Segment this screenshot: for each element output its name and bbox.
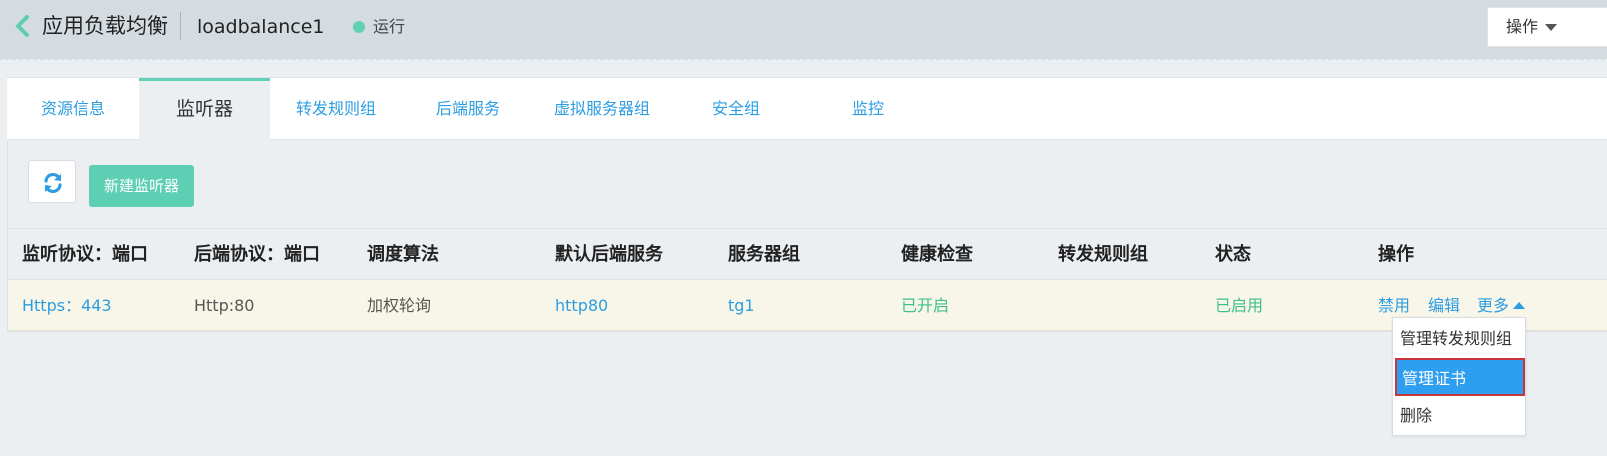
cell-backend-port: Http:80 — [194, 296, 255, 315]
refresh-button[interactable] — [28, 160, 76, 203]
column-header-server-group: 服务器组 — [728, 244, 800, 265]
cell-listen-port-link[interactable]: Https：443 — [22, 280, 112, 331]
tab-security-groups[interactable]: 安全组 — [670, 78, 802, 140]
cell-server-group-link[interactable]: tg1 — [728, 280, 755, 331]
new-listener-button[interactable]: 新建监听器 — [89, 165, 194, 207]
cell-algorithm: 加权轮询 — [367, 296, 432, 315]
tab-listeners[interactable]: 监听器 — [139, 78, 270, 141]
table-header: 监听协议：端口 后端协议：端口 调度算法 默认后端服务 服务器组 健康检查 转发… — [8, 228, 1607, 280]
column-header-status: 状态 — [1215, 244, 1251, 265]
title-divider — [180, 12, 181, 40]
column-header-listen-port: 监听协议：端口 — [22, 244, 148, 265]
menu-item-manage-rule-groups[interactable]: 管理转发规则组 — [1393, 320, 1525, 358]
column-header-default-backend: 默认后端服务 — [555, 244, 663, 265]
tab-bar: 资源信息 监听器 转发规则组 后端服务 虚拟服务器组 安全组 监控 — [7, 77, 1607, 141]
cell-status: 已启用 — [1215, 296, 1264, 315]
back-arrow-icon[interactable] — [12, 13, 34, 39]
caret-down-icon[interactable] — [1545, 24, 1557, 31]
column-header-health-check: 健康检查 — [901, 244, 973, 265]
cell-default-backend-link[interactable]: http80 — [555, 280, 608, 331]
table-row: Https：443 Http:80 加权轮询 http80 tg1 已开启 已启… — [8, 280, 1607, 331]
more-actions-label: 更多 — [1477, 296, 1510, 315]
tab-monitoring[interactable]: 监控 — [802, 78, 934, 140]
instance-name: loadbalance1 — [197, 16, 325, 38]
tab-virtual-server-groups[interactable]: 虚拟服务器组 — [534, 78, 670, 140]
column-header-algorithm: 调度算法 — [367, 244, 439, 265]
status-dot-icon — [353, 21, 365, 33]
page-title: 应用负载均衡 — [42, 14, 168, 38]
column-header-rule-group: 转发规则组 — [1058, 244, 1148, 265]
header-scalloped-edge — [0, 58, 1607, 63]
tab-backend-services[interactable]: 后端服务 — [402, 78, 534, 140]
cell-health-check: 已开启 — [901, 296, 950, 315]
column-header-backend-port: 后端协议：端口 — [194, 244, 320, 265]
menu-item-delete[interactable]: 删除 — [1393, 397, 1525, 435]
refresh-icon — [44, 172, 62, 194]
tab-resource-info[interactable]: 资源信息 — [7, 78, 139, 140]
more-actions-dropdown: 管理转发规则组 管理证书 删除 — [1392, 317, 1526, 436]
menu-item-manage-certificates[interactable]: 管理证书 — [1395, 358, 1525, 396]
instance-status: 运行 — [373, 17, 406, 36]
tab-forwarding-rule-groups[interactable]: 转发规则组 — [270, 78, 402, 140]
operations-label: 操作 — [1506, 17, 1539, 36]
caret-up-icon — [1513, 302, 1526, 309]
column-header-actions: 操作 — [1378, 244, 1414, 265]
